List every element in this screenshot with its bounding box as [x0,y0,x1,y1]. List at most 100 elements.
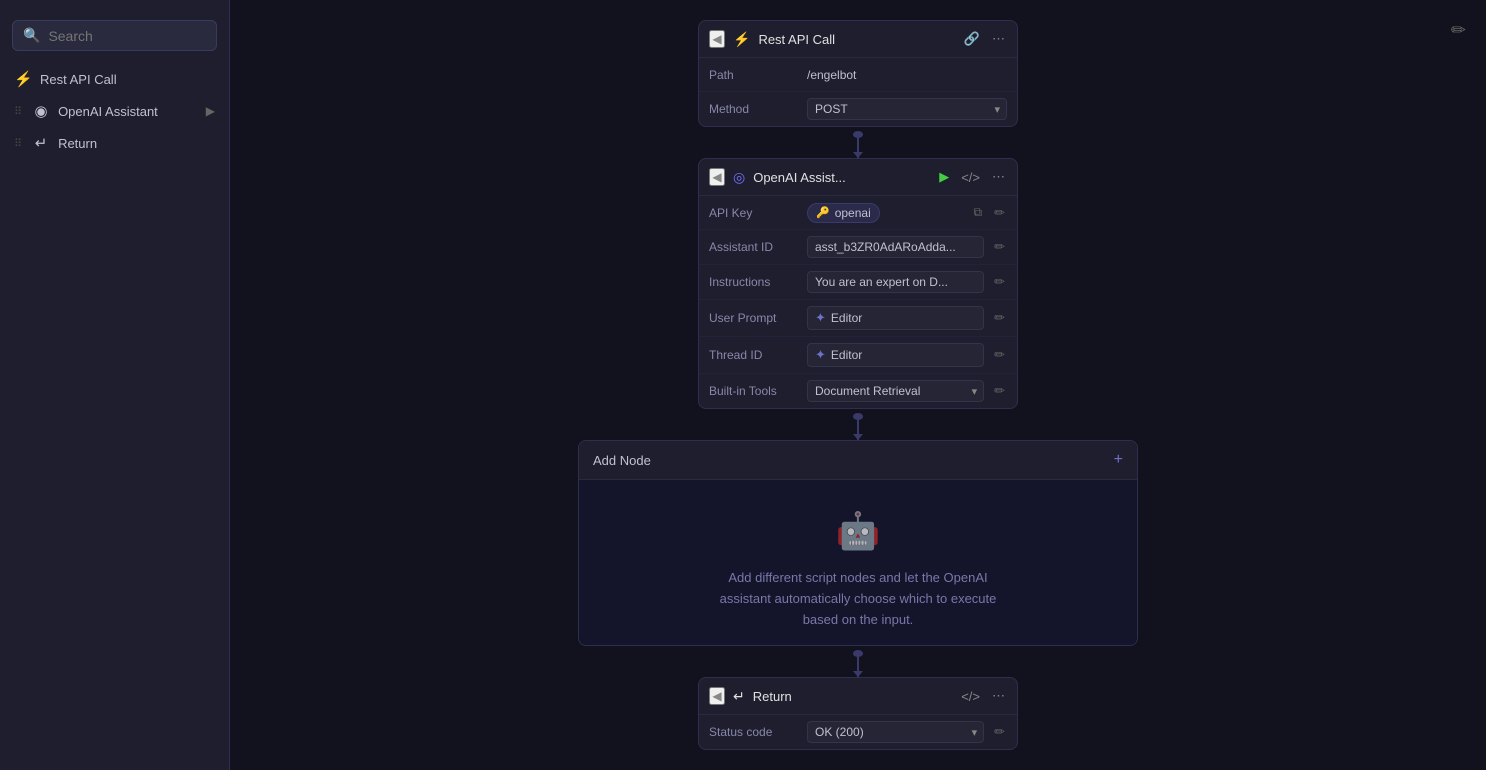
search-box[interactable]: 🔍 ≡ [12,20,217,51]
assistant-id-edit-btn[interactable]: ✏ [992,237,1007,257]
status-code-select[interactable]: OK (200) Created (201) Bad Request (400)… [807,721,984,743]
add-node-header-plus-btn[interactable]: + [1114,451,1123,469]
path-field: Path /engelbot [699,58,1017,92]
built-in-tools-label: Built-in Tools [709,384,799,398]
connector-dot-1 [853,131,863,138]
search-input[interactable] [48,28,229,44]
rest-api-call-node: ◀ ⚡ Rest API Call 🔗 ⋯ Path /engelbot Met… [698,20,1018,127]
sidebar-item-label: Return [58,136,215,151]
api-key-value-wrap: 🔑 openai [807,203,964,223]
drag-handle-icon: ⠿ [14,137,22,150]
arrow-icon: ▶ [206,104,215,118]
sidebar-item-openai-assistant[interactable]: ⠿ ◉ OpenAI Assistant ▶ [0,95,229,127]
return-more-icon[interactable]: ⋯ [990,686,1007,706]
instructions-label: Instructions [709,275,799,289]
api-key-edit-btn[interactable]: ✏ [992,203,1007,223]
api-key-field: API Key 🔑 openai ⧉ ✏ [699,196,1017,230]
return-actions: </> ⋯ [959,686,1007,706]
sidebar-item-rest-api-call[interactable]: ⚡ Rest API Call [0,63,229,95]
add-node-title: Add Node [593,453,1106,468]
thread-id-editor-icon: ✦ [815,347,826,363]
user-prompt-field: User Prompt ✦ Editor ✏ [699,300,1017,337]
status-code-select-wrapper: OK (200) Created (201) Bad Request (400)… [807,721,984,743]
method-select[interactable]: POST GET PUT DELETE [807,98,1007,120]
api-key-chip-label: openai [835,206,871,220]
openai-assistant-node: ◀ ◎ OpenAI Assist... ▶ </> ⋯ API Key 🔑 o… [698,158,1018,409]
search-icon: 🔍 [23,27,40,44]
openai-assistant-title-icon: ◎ [733,169,745,186]
user-prompt-editor-badge: ✦ Editor [807,306,984,330]
user-prompt-edit-btn[interactable]: ✏ [992,308,1007,328]
rest-api-call-title: Rest API Call [758,32,953,47]
rest-api-call-actions: 🔗 ⋯ [962,29,1007,49]
built-in-tools-field: Built-in Tools Document Retrieval Code I… [699,374,1017,408]
return-collapse-btn[interactable]: ◀ [709,687,725,705]
play-icon[interactable]: ▶ [937,167,951,187]
sidebar: 🔍 ≡ ⚡ Rest API Call ⠿ ◉ OpenAI Assistant… [0,0,230,770]
return-node: ◀ ↵ Return </> ⋯ Status code OK (200) Cr… [698,677,1018,750]
thread-id-editor-label: Editor [831,348,862,362]
rest-api-call-icon: ⚡ [14,70,32,88]
openai-assistant-actions: ▶ </> ⋯ [937,167,1007,187]
thread-id-label: Thread ID [709,348,799,362]
method-label: Method [709,102,799,116]
status-code-edit-btn[interactable]: ✏ [992,722,1007,742]
openai-assistant-collapse-btn[interactable]: ◀ [709,168,725,186]
return-icon: ↵ [32,134,50,152]
api-key-copy-btn[interactable]: ⧉ [972,203,985,222]
openai-assistant-title: OpenAI Assist... [753,170,929,185]
openai-assistant-icon: ◉ [32,102,50,120]
api-key-label: API Key [709,206,799,220]
code-icon[interactable]: </> [959,168,982,187]
return-node-header: ◀ ↵ Return </> ⋯ [699,678,1017,715]
add-node-body: 🤖 Add different script nodes and let the… [579,480,1137,645]
assistant-id-field: Assistant ID asst_b3ZR0AdARoAdda... ✏ [699,230,1017,265]
more-icon[interactable]: ⋯ [990,167,1007,187]
method-field: Method POST GET PUT DELETE [699,92,1017,126]
rest-api-call-title-icon: ⚡ [733,31,750,48]
sidebar-item-label: OpenAI Assistant [58,104,198,119]
built-in-tools-edit-btn[interactable]: ✏ [992,381,1007,401]
top-right-pencil-icon[interactable]: ✏ [1451,20,1466,41]
path-value: /engelbot [807,68,1007,82]
connector-dot-3 [853,650,863,657]
thread-id-editor-badge: ✦ Editor [807,343,984,367]
api-key-chip: 🔑 openai [807,203,880,223]
status-code-field: Status code OK (200) Created (201) Bad R… [699,715,1017,749]
connector-3 [857,657,859,677]
built-in-tools-select-wrapper: Document Retrieval Code Interpreter Func… [807,380,984,402]
assistant-id-label: Assistant ID [709,240,799,254]
sidebar-item-return[interactable]: ⠿ ↵ Return [0,127,229,159]
assistant-id-value: asst_b3ZR0AdARoAdda... [807,236,984,258]
built-in-tools-select[interactable]: Document Retrieval Code Interpreter Func… [807,380,984,402]
instructions-field: Instructions You are an expert on D... ✏ [699,265,1017,300]
add-node-container: Add Node + 🤖 Add different script nodes … [578,440,1138,645]
return-code-icon[interactable]: </> [959,687,982,706]
return-title: Return [753,689,951,704]
rest-api-call-node-header: ◀ ⚡ Rest API Call 🔗 ⋯ [699,21,1017,58]
status-code-label: Status code [709,725,799,739]
rest-api-call-collapse-btn[interactable]: ◀ [709,30,725,48]
instructions-value: You are an expert on D... [807,271,984,293]
drag-handle-icon: ⠿ [14,105,22,118]
connector-2 [857,420,859,440]
instructions-edit-btn[interactable]: ✏ [992,272,1007,292]
thread-id-field: Thread ID ✦ Editor ✏ [699,337,1017,374]
openai-assistant-node-header: ◀ ◎ OpenAI Assist... ▶ </> ⋯ [699,159,1017,196]
connector-dot-2 [853,413,863,420]
return-title-icon: ↵ [733,688,745,705]
method-select-wrapper: POST GET PUT DELETE [807,98,1007,120]
user-prompt-label: User Prompt [709,311,799,325]
sidebar-item-label: Rest API Call [40,72,215,87]
user-prompt-editor-label: Editor [831,311,862,325]
main-canvas: ✏ ◀ ⚡ Rest API Call 🔗 ⋯ Path /engelbot M… [230,0,1486,770]
api-key-chip-icon: 🔑 [816,206,830,219]
link-icon[interactable]: 🔗 [962,29,982,49]
user-prompt-editor-icon: ✦ [815,310,826,326]
robot-icon: 🤖 [836,510,881,552]
add-node-header: Add Node + [579,441,1137,480]
add-node-description: Add different script nodes and let the O… [708,568,1008,630]
connector-1 [857,138,859,158]
more-icon[interactable]: ⋯ [990,29,1007,49]
thread-id-edit-btn[interactable]: ✏ [992,345,1007,365]
